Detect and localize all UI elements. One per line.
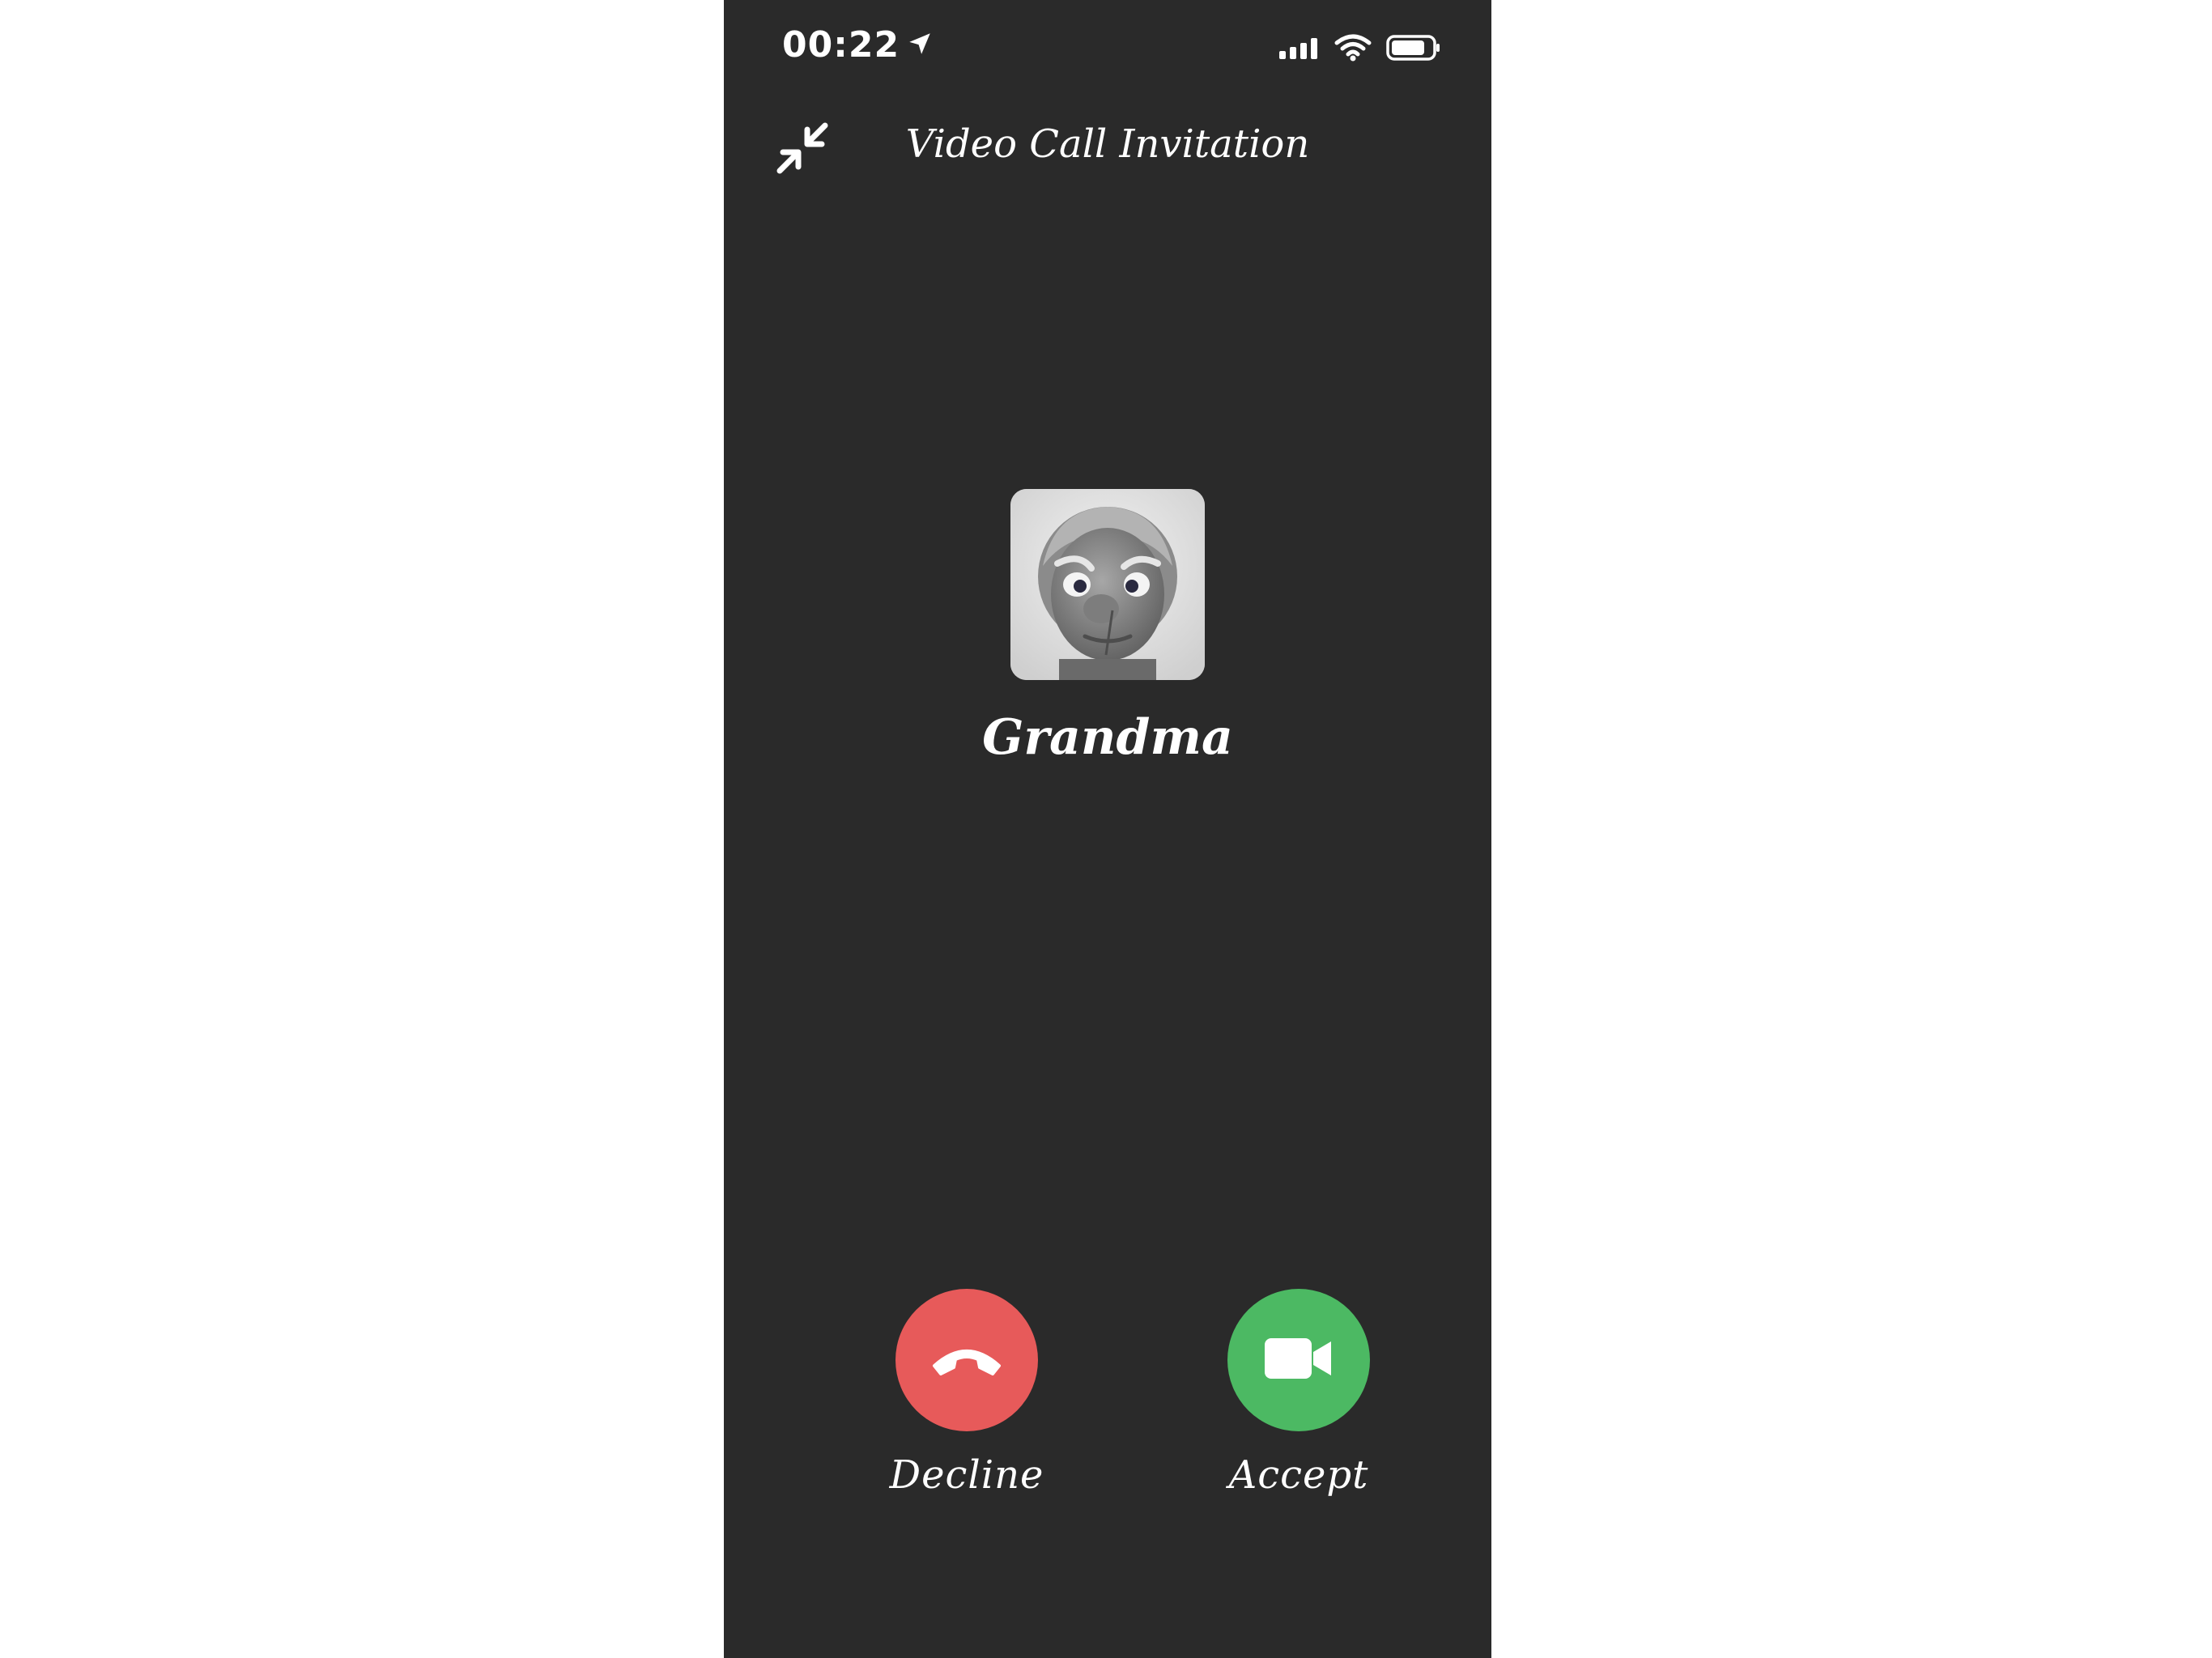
accept-button[interactable] [1227, 1289, 1370, 1431]
status-time-group: 00:22 [782, 24, 934, 66]
status-time: 00:22 [782, 24, 900, 66]
caller-name: Grandma [982, 709, 1233, 766]
accept-action: Accept [1193, 1289, 1404, 1498]
call-actions: Decline Accept [724, 1289, 1491, 1516]
status-bar: 00:22 [724, 0, 1491, 97]
caller-avatar [1010, 489, 1205, 680]
cellular-signal-icon [1278, 36, 1320, 62]
avatar-illustration [1010, 489, 1205, 680]
battery-icon [1386, 34, 1441, 65]
status-icons [1278, 34, 1441, 65]
page-canvas: 00:22 Video Call Invitation Grandma Decl… [0, 0, 2212, 1658]
page-title: Video Call Invitation [905, 121, 1310, 167]
accept-label: Accept [1228, 1452, 1369, 1498]
location-arrow-icon [906, 30, 934, 61]
caller-info: Grandma [724, 489, 1491, 766]
decline-action: Decline [861, 1289, 1072, 1498]
wifi-icon [1334, 34, 1372, 65]
decline-button[interactable] [895, 1289, 1038, 1431]
video-camera-icon [1261, 1333, 1336, 1387]
call-header: Video Call Invitation [724, 105, 1491, 194]
decline-label: Decline [889, 1452, 1044, 1498]
phone-hangup-icon [928, 1338, 1006, 1382]
phone-screen: 00:22 Video Call Invitation Grandma Decl… [724, 0, 1491, 1658]
